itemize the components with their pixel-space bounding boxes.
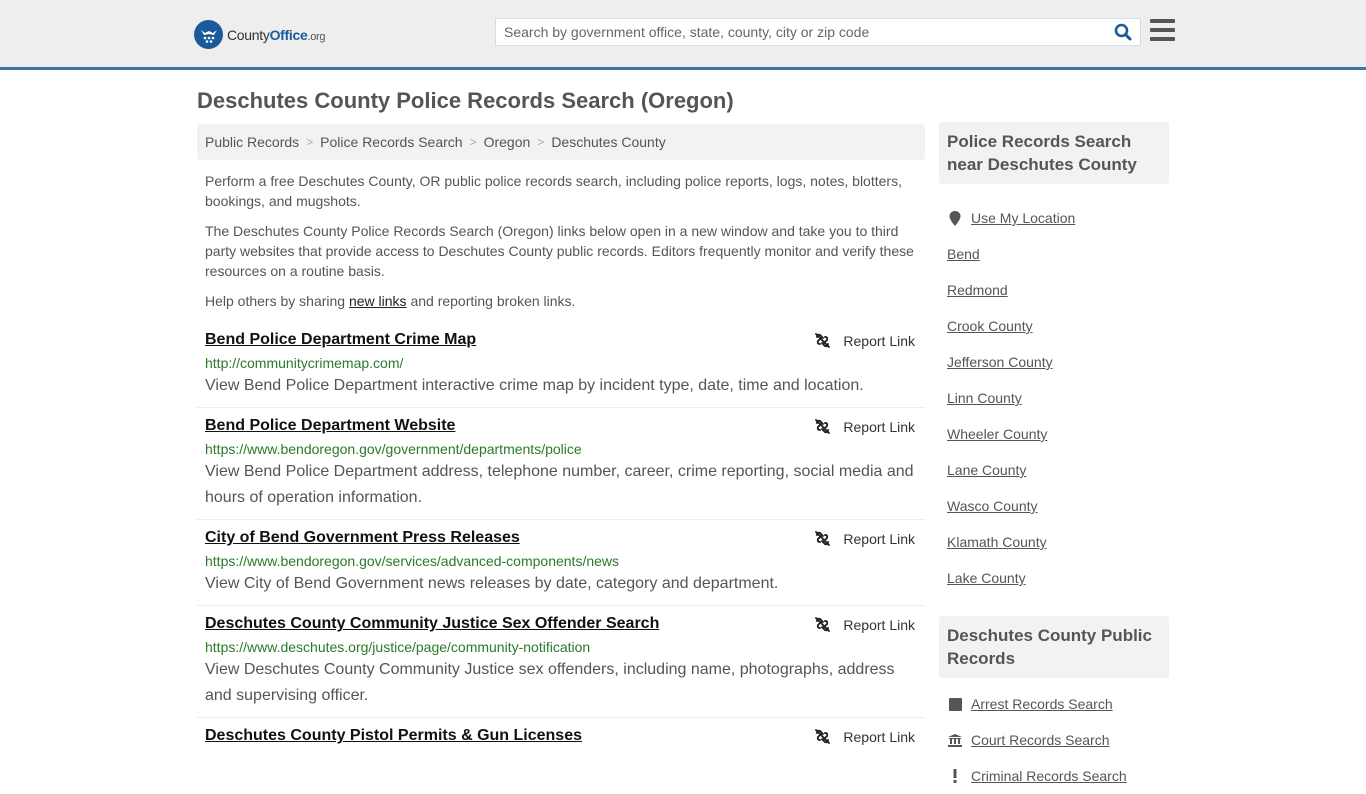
breadcrumb-public-records[interactable]: Public Records [205, 134, 299, 150]
eagle-logo-icon [194, 20, 223, 49]
broken-link-icon [815, 531, 831, 546]
nearby-link-item: Jefferson County [947, 344, 1161, 380]
result-title-link[interactable]: Bend Police Department Website [205, 416, 455, 436]
use-my-location-item: Use My Location [947, 200, 1161, 236]
result-url: http://communitycrimemap.com/ [205, 355, 404, 371]
exclamation-icon [947, 769, 963, 783]
breadcrumb-separator: > [306, 135, 314, 149]
nearby-link-lane-county[interactable]: Lane County [947, 462, 1026, 478]
broken-link-icon [815, 617, 831, 632]
public-records-heading: Deschutes County Public Records [939, 616, 1169, 678]
nearby-link-item: Bend [947, 236, 1161, 272]
breadcrumb-police-records-search[interactable]: Police Records Search [320, 134, 462, 150]
breadcrumb-separator: > [537, 135, 545, 149]
map-marker-icon [947, 210, 963, 226]
broken-link-icon [815, 419, 831, 434]
logo-text: CountyOffice.org [227, 26, 326, 43]
result-url: https://www.deschutes.org/justice/page/c… [205, 639, 591, 655]
nearby-link-item: Wasco County [947, 488, 1161, 524]
search-button[interactable] [1106, 19, 1140, 45]
breadcrumb-oregon[interactable]: Oregon [484, 134, 531, 150]
nearby-link-item: Crook County [947, 308, 1161, 344]
intro-paragraph-1: Perform a free Deschutes County, OR publ… [205, 173, 902, 209]
report-link-button[interactable]: Report Link [814, 530, 915, 547]
result-item: Bend Police Department Website https://w… [197, 408, 925, 520]
criminal-records-search-link[interactable]: Criminal Records Search [971, 768, 1127, 784]
search-box [495, 18, 1141, 46]
nearby-link-item: Linn County [947, 380, 1161, 416]
nearby-link-lake-county[interactable]: Lake County [947, 570, 1026, 586]
result-item: Bend Police Department Crime Map http://… [197, 322, 925, 408]
result-url: https://www.bendoregon.gov/services/adva… [205, 553, 620, 569]
nearby-link-crook-county[interactable]: Crook County [947, 318, 1033, 334]
result-title-link[interactable]: Deschutes County Community Justice Sex O… [205, 614, 659, 634]
sidebar: Police Records Search near Deschutes Cou… [939, 122, 1169, 794]
arrest-records-search-link[interactable]: Arrest Records Search [971, 696, 1113, 712]
nearby-link-item: Klamath County [947, 524, 1161, 560]
report-link-button[interactable]: Report Link [814, 418, 915, 435]
result-title-link[interactable]: City of Bend Government Press Releases [205, 528, 520, 548]
square-icon [947, 697, 963, 711]
nearby-link-item: Lake County [947, 560, 1161, 596]
result-description: View Deschutes County Community Justice … [205, 661, 895, 704]
search-icon [1114, 23, 1132, 41]
public-record-item: Arrest Records Search [947, 686, 1161, 722]
public-record-item: Court Records Search [947, 722, 1161, 758]
new-links-link[interactable]: new links [349, 293, 407, 309]
result-item: Deschutes County Community Justice Sex O… [197, 606, 925, 718]
nearby-link-item: Wheeler County [947, 416, 1161, 452]
nearby-link-wheeler-county[interactable]: Wheeler County [947, 426, 1047, 442]
nearby-link-item: Lane County [947, 452, 1161, 488]
report-link-button[interactable]: Report Link [814, 616, 915, 633]
result-item: Deschutes County Pistol Permits & Gun Li… [197, 718, 925, 754]
nearby-link-jefferson-county[interactable]: Jefferson County [947, 354, 1053, 370]
use-my-location-link[interactable]: Use My Location [971, 210, 1075, 226]
intro-text: Perform a free Deschutes County, OR publ… [205, 171, 920, 321]
report-link-button[interactable]: Report Link [814, 332, 915, 349]
nearby-link-redmond[interactable]: Redmond [947, 282, 1008, 298]
nearby-link-item: Redmond [947, 272, 1161, 308]
broken-link-icon [815, 333, 831, 348]
result-item: City of Bend Government Press Releases h… [197, 520, 925, 606]
result-description: View City of Bend Government news releas… [205, 575, 779, 592]
intro-paragraph-3: Help others by sharing new links and rep… [205, 293, 576, 309]
broken-link-icon [815, 729, 831, 744]
nearby-link-wasco-county[interactable]: Wasco County [947, 498, 1038, 514]
intro-paragraph-2: The Deschutes County Police Records Sear… [205, 223, 914, 279]
courthouse-icon [947, 733, 963, 747]
report-link-button[interactable]: Report Link [814, 728, 915, 745]
result-description: View Bend Police Department address, tel… [205, 463, 914, 506]
public-record-item: Criminal Records Search [947, 758, 1161, 794]
result-title-link[interactable]: Bend Police Department Crime Map [205, 330, 476, 350]
top-bar: CountyOffice.org [0, 0, 1366, 70]
nearby-link-bend[interactable]: Bend [947, 246, 980, 262]
result-description: View Bend Police Department interactive … [205, 377, 864, 394]
results-list: Bend Police Department Crime Map http://… [197, 322, 925, 754]
result-url: https://www.bendoregon.gov/government/de… [205, 441, 582, 457]
result-title-link[interactable]: Deschutes County Pistol Permits & Gun Li… [205, 726, 582, 746]
nearby-link-klamath-county[interactable]: Klamath County [947, 534, 1047, 550]
breadcrumb-deschutes-county[interactable]: Deschutes County [551, 134, 665, 150]
court-records-search-link[interactable]: Court Records Search [971, 732, 1110, 748]
nearby-heading: Police Records Search near Deschutes Cou… [939, 122, 1169, 184]
hamburger-menu-icon[interactable] [1150, 19, 1175, 41]
breadcrumb: Public Records > Police Records Search >… [197, 124, 925, 160]
page-title: Deschutes County Police Records Search (… [197, 88, 734, 113]
search-input[interactable] [496, 19, 1106, 45]
breadcrumb-separator: > [469, 135, 477, 149]
site-logo[interactable]: CountyOffice.org [194, 20, 326, 49]
public-records-list: Arrest Records Search Court Records Sear… [939, 678, 1169, 794]
nearby-link-linn-county[interactable]: Linn County [947, 390, 1022, 406]
nearby-list: Use My Location Bend Redmond Crook Count… [939, 184, 1169, 596]
